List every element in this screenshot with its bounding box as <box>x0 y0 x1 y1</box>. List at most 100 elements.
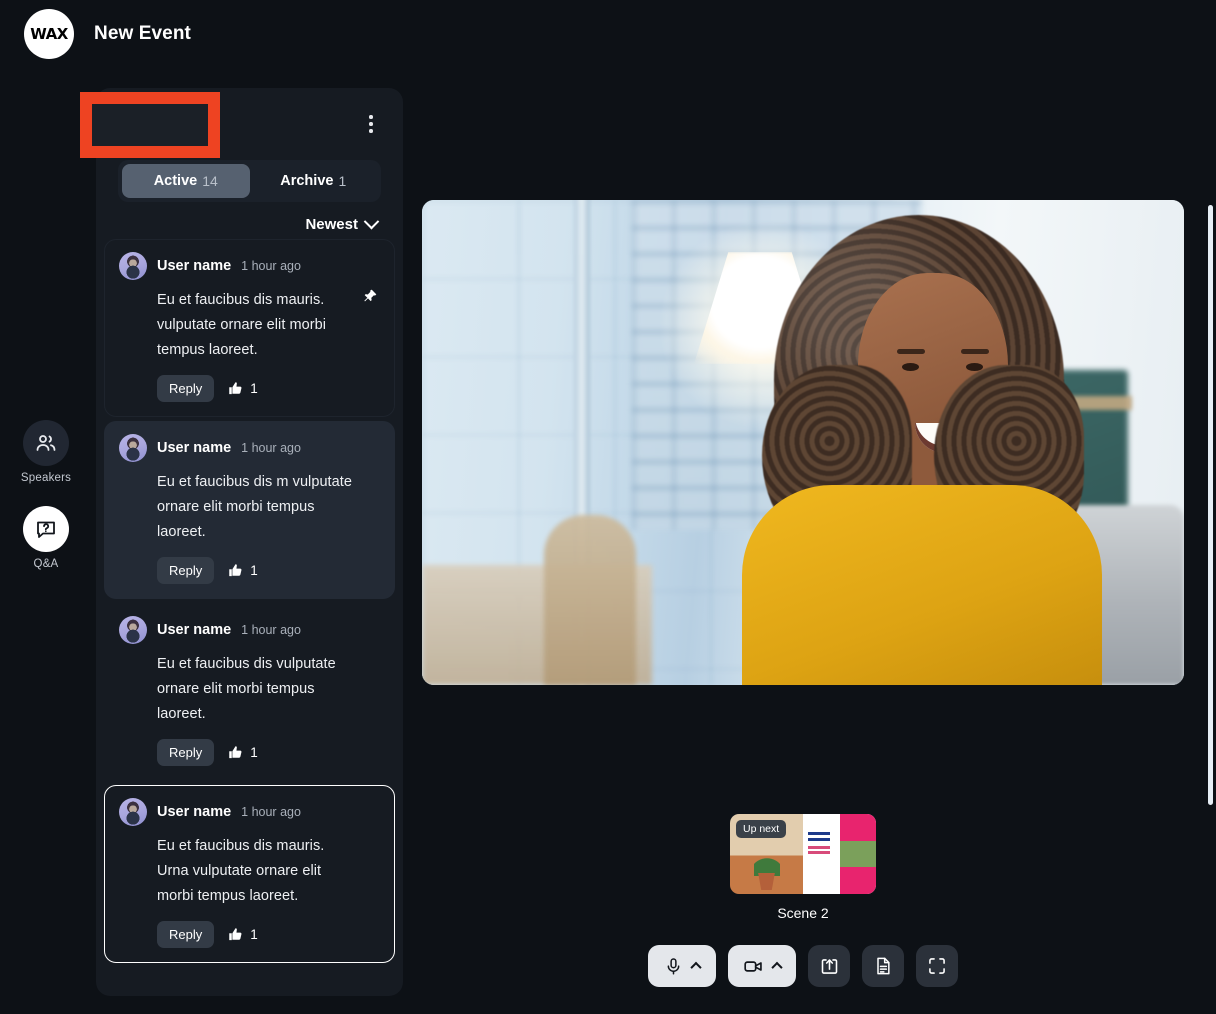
thumbs-up-icon <box>229 928 242 941</box>
avatar <box>119 434 147 462</box>
qa-question-text: Eu et faucibus dis mauris. vulputate orn… <box>157 292 326 358</box>
reply-button[interactable]: Reply <box>157 557 215 584</box>
wax-logo-text: WAX <box>30 25 68 43</box>
scene-label: Scene 2 <box>777 905 829 921</box>
eyebrow-right <box>961 349 989 354</box>
page-scrollbar[interactable] <box>1208 205 1213 805</box>
speaker-person <box>742 215 1102 685</box>
chair <box>544 515 636 685</box>
chevron-down-icon <box>363 213 380 230</box>
eye-left <box>902 363 919 371</box>
reply-button[interactable]: Reply <box>157 375 215 402</box>
qa-question-text: Eu et faucibus dis m vulputate ornare el… <box>157 474 352 540</box>
qa-user-name: User name <box>157 440 232 456</box>
qa-card[interactable]: User name 1 hour ago Eu et faucibus dis … <box>104 785 395 963</box>
thumbs-up-icon <box>229 746 242 759</box>
slide-tile-1 <box>839 814 876 841</box>
kebab-menu-icon[interactable] <box>361 109 381 139</box>
qa-question-text: Eu et faucibus dis mauris. Urna vulputat… <box>157 838 325 904</box>
event-title: New Event <box>94 23 191 44</box>
like-button[interactable]: 1 <box>228 927 258 942</box>
chevron-up-icon <box>690 961 702 974</box>
qa-card[interactable]: User name 1 hour ago Eu et faucibus dis … <box>104 421 395 599</box>
qa-user-name: User name <box>157 258 232 274</box>
tab-active-count: 14 <box>202 173 218 189</box>
slide-cover <box>803 814 840 894</box>
rail-label-speakers: Speakers <box>20 472 72 484</box>
qa-timestamp: 1 hour ago <box>241 441 301 455</box>
avatar <box>119 252 147 280</box>
app-root: WAX New Event Speakers Q&A Q&A Active 14… <box>0 0 1216 1014</box>
qa-card-header: User name 1 hour ago <box>119 252 380 280</box>
eyebrow-left <box>897 349 925 354</box>
qa-card-header: User name 1 hour ago <box>119 798 380 826</box>
scene-thumbnail[interactable]: Up next <box>730 814 876 894</box>
speaker-video-feed[interactable] <box>422 200 1184 685</box>
control-bar <box>648 945 958 987</box>
question-bubble-icon <box>37 521 55 538</box>
qa-timestamp: 1 hour ago <box>241 805 301 819</box>
scene-panel-right <box>803 814 876 894</box>
tab-archive[interactable]: Archive 1 <box>250 164 378 198</box>
left-rail: Speakers Q&A <box>18 420 74 570</box>
like-button[interactable]: 1 <box>228 563 258 578</box>
qa-user-name: User name <box>157 804 232 820</box>
like-count: 1 <box>250 745 258 760</box>
document-icon <box>877 957 890 975</box>
qa-timestamp: 1 hour ago <box>241 623 301 637</box>
tab-archive-label: Archive <box>280 173 334 189</box>
wax-logo[interactable]: WAX <box>24 9 74 59</box>
people-icon <box>36 435 56 451</box>
qa-card-header: User name 1 hour ago <box>119 616 380 644</box>
tab-archive-count: 1 <box>338 173 347 189</box>
qa-icon-circle <box>23 506 69 552</box>
sort-label: Newest <box>305 216 358 233</box>
speakers-icon-circle <box>23 420 69 466</box>
pin-icon[interactable] <box>362 288 378 304</box>
yellow-shirt <box>742 485 1102 685</box>
share-screen-icon <box>821 958 837 974</box>
share-screen-button[interactable] <box>808 945 850 987</box>
qa-card[interactable]: User name 1 hour ago Eu et faucibus dis … <box>104 603 395 781</box>
camera-button[interactable] <box>728 945 796 987</box>
thumbs-up-icon <box>229 564 242 577</box>
qa-card-actions: Reply 1 <box>119 375 380 402</box>
tab-active-label: Active <box>153 173 198 189</box>
rail-label-qa: Q&A <box>33 558 59 570</box>
plant-pot <box>758 873 775 890</box>
reply-button[interactable]: Reply <box>157 921 215 948</box>
chevron-up-icon <box>771 961 783 974</box>
like-button[interactable]: 1 <box>228 381 258 396</box>
qa-user-name: User name <box>157 622 232 638</box>
slide-tile-3 <box>839 867 876 894</box>
qa-timestamp: 1 hour ago <box>241 259 301 273</box>
slide-tile-2 <box>839 840 876 868</box>
like-button[interactable]: 1 <box>228 745 258 760</box>
fullscreen-button[interactable] <box>916 945 958 987</box>
up-next-badge: Up next <box>736 820 787 838</box>
like-count: 1 <box>250 563 258 578</box>
qa-panel-header: Q&A <box>96 88 403 160</box>
sort-control[interactable]: Newest <box>96 202 403 239</box>
notes-button[interactable] <box>862 945 904 987</box>
qa-card-actions: Reply 1 <box>119 557 380 584</box>
reply-button[interactable]: Reply <box>157 739 215 766</box>
like-count: 1 <box>250 381 258 396</box>
video-camera-icon <box>744 960 762 972</box>
microphone-icon <box>667 957 680 975</box>
like-count: 1 <box>250 927 258 942</box>
tab-active[interactable]: Active 14 <box>122 164 250 198</box>
microphone-button[interactable] <box>648 945 716 987</box>
top-bar: WAX New Event <box>0 0 1216 68</box>
avatar <box>119 616 147 644</box>
rail-item-qa[interactable]: Q&A <box>23 506 69 570</box>
rail-item-speakers[interactable]: Speakers <box>21 420 71 484</box>
qa-question-text: Eu et faucibus dis vulputate ornare elit… <box>157 656 336 722</box>
qa-panel: Q&A Active 14 Archive 1 Newest User name… <box>96 88 403 996</box>
thumbs-up-icon <box>229 382 242 395</box>
qa-tabs: Active 14 Archive 1 <box>118 160 381 202</box>
qa-card-actions: Reply 1 <box>119 739 380 766</box>
plant-leaf <box>753 850 780 876</box>
qa-card[interactable]: User name 1 hour ago Eu et faucibus dis … <box>104 239 395 417</box>
fullscreen-icon <box>929 958 945 974</box>
